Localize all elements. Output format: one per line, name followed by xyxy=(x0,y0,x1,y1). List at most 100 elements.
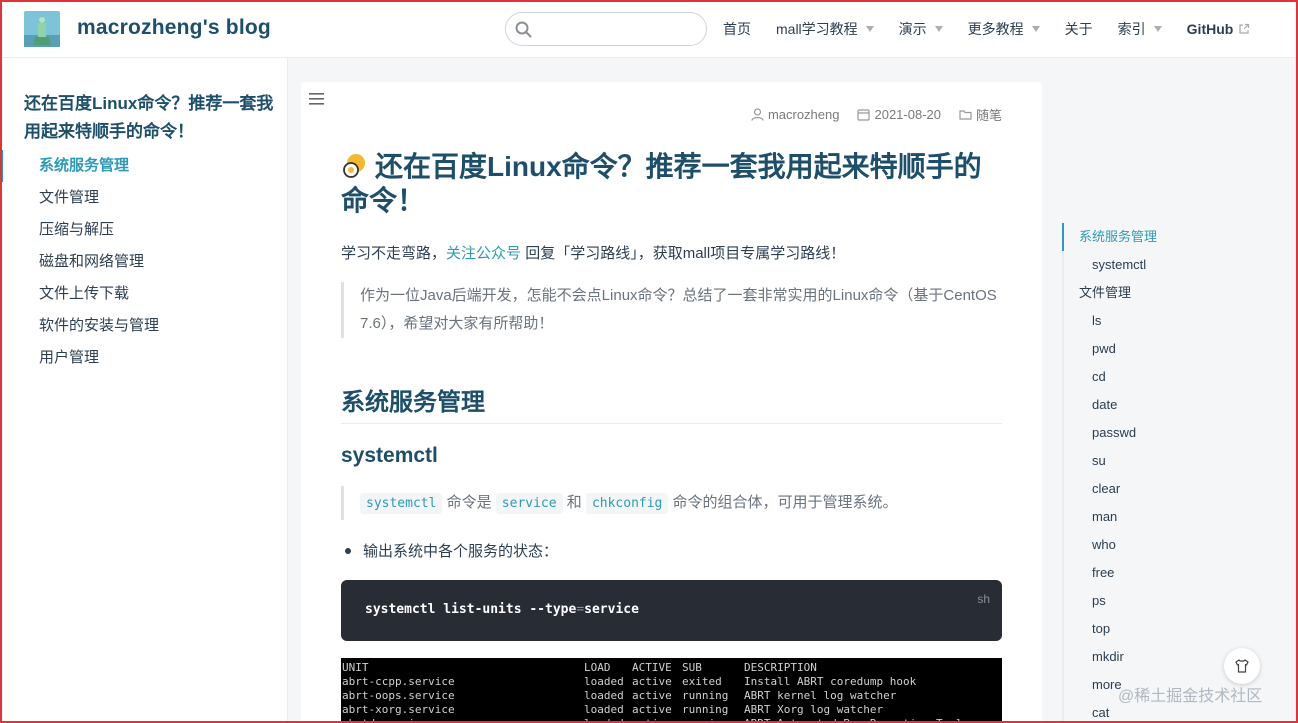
quote-text: 命令的组合体，可用于管理系统。 xyxy=(668,494,898,511)
sidebar-item[interactable]: 用户管理 xyxy=(0,342,288,374)
section-heading-system-services: 系统服务管理 xyxy=(341,382,1002,424)
toc-item[interactable]: date xyxy=(1062,391,1282,419)
code-block[interactable]: sh systemctl list-units --type=service xyxy=(341,580,1002,641)
terminal-cell: active xyxy=(632,717,682,723)
terminal-cell: SUB xyxy=(682,661,702,674)
sidebar-item[interactable]: 磁盘和网络管理 xyxy=(0,246,288,278)
search-input[interactable] xyxy=(540,19,698,39)
terminal-cell: LOAD xyxy=(584,661,611,674)
bulb-emoji-icon xyxy=(343,154,365,178)
terminal-row: abrt-xorg.service loaded active running ABRT… xyxy=(342,703,1002,717)
terminal-cell: active xyxy=(632,675,672,688)
toc-item[interactable]: clear xyxy=(1062,475,1282,503)
sidebar-item[interactable]: 系统服务管理 xyxy=(0,150,288,182)
quote-text: 命令是 xyxy=(442,494,496,511)
meta-author[interactable]: macrozheng xyxy=(751,105,840,124)
terminal-row: abrtd.serviceloadedactiverunningABRT Aut… xyxy=(342,717,1002,723)
bullet-dot xyxy=(345,547,351,554)
nav-item-label: 索引 xyxy=(1117,21,1146,37)
site-name[interactable]: macrozheng's blog xyxy=(77,16,271,40)
meta-category[interactable]: 随笔 xyxy=(959,105,1002,124)
terminal-cell: ACTIVE xyxy=(632,661,672,674)
category-text: 随笔 xyxy=(975,108,1002,123)
theme-toggle-button[interactable] xyxy=(1224,648,1260,684)
toc-item[interactable]: ls xyxy=(1062,307,1282,335)
toc-item[interactable]: 文件管理 xyxy=(1062,279,1282,307)
toc-item[interactable]: top xyxy=(1062,615,1282,643)
nav-item-6[interactable]: GitHub xyxy=(1187,19,1251,39)
meta-date: 2021-08-20 xyxy=(857,105,941,124)
menu-icon[interactable] xyxy=(309,92,325,106)
nav-item-2[interactable]: 演示 xyxy=(899,19,943,39)
terminal-cell: UNIT xyxy=(342,661,369,674)
page-title: 还在百度Linux命令？推荐一套我用起来特顺手的命令！ xyxy=(341,150,1006,218)
nav-item-0[interactable]: 首页 xyxy=(723,19,751,39)
caret-down-icon xyxy=(1153,26,1162,32)
terminal-cell: ABRT kernel log watcher xyxy=(744,689,897,702)
toc-item[interactable]: who xyxy=(1062,531,1282,559)
date-text: 2021-08-20 xyxy=(874,107,941,122)
code-text[interactable]: systemctl list-units --type=service xyxy=(365,602,639,617)
terminal-cell: ABRT Xorg log watcher xyxy=(744,703,884,716)
title-text: 还在百度Linux命令？推荐一套我用起来特顺手的命令！ xyxy=(341,151,982,216)
logo-icon[interactable] xyxy=(24,11,60,47)
list-item: 输出系统中各个服务的状态： xyxy=(341,540,558,561)
terminal-cell: abrt-ccpp.service xyxy=(342,675,455,688)
article-card: macrozheng 2021-08-20 随笔 还在百度Linux命令？推荐一… xyxy=(301,82,1042,723)
toc-item[interactable]: passwd xyxy=(1062,419,1282,447)
sidebar-item[interactable]: 压缩与解压 xyxy=(0,214,288,246)
terminal-cell: loaded xyxy=(584,703,624,716)
terminal-cell: active xyxy=(632,689,672,702)
terminal-cell: ABRT Automated Bug Reporting Tool xyxy=(744,717,963,723)
toc-item[interactable]: cd xyxy=(1062,363,1282,391)
nav-item-4[interactable]: 关于 xyxy=(1065,19,1093,39)
intro-line: 学习不走弯路，关注公众号 回复「学习路线」，获取mall项目专属学习路线！ xyxy=(341,242,845,263)
sidebar-title[interactable]: 还在百度Linux命令？推荐一套我用起来特顺手的命令！ xyxy=(24,90,274,146)
caret-down-icon xyxy=(934,26,943,32)
terminal-cell: exited xyxy=(682,675,722,688)
code-language: sh xyxy=(977,592,990,606)
systemctl-quote: systemctl 命令是 service 和 chkconfig 命令的组合体… xyxy=(341,486,1002,520)
author-name: macrozheng xyxy=(767,107,840,122)
follow-link[interactable]: 关注公众号 xyxy=(446,245,521,262)
terminal-cell: loaded xyxy=(584,675,624,688)
terminal-cell: abrt-xorg.service xyxy=(342,703,455,716)
terminal-cell: active xyxy=(632,703,672,716)
list-item-text: 输出系统中各个服务的状态： xyxy=(363,543,559,560)
toc-item[interactable]: 系统服务管理 xyxy=(1062,223,1282,251)
nav-item-label: GitHub xyxy=(1186,21,1234,37)
terminal-cell: abrt-oops.service xyxy=(342,689,455,702)
nav-item-3[interactable]: 更多教程 xyxy=(968,19,1040,39)
nav-item-label: 演示 xyxy=(898,21,927,37)
code-argument: service xyxy=(584,602,639,617)
sidebar-list: 系统服务管理 文件管理 压缩与解压 磁盘和网络管理 文件上传下载 软件的安装与管理 用户管理 xyxy=(0,150,288,374)
nav-item-1[interactable]: mall学习教程 xyxy=(776,19,874,39)
nav-item-5[interactable]: 索引 xyxy=(1118,19,1162,39)
caret-down-icon xyxy=(865,26,874,32)
intro-suffix: 回复「学习路线」，获取mall项目专属学习路线！ xyxy=(521,245,846,262)
nav-links: 首页 mall学习教程 演示 更多教程 关于 索引 GitHub xyxy=(723,19,1250,39)
terminal-cell: abrtd.service xyxy=(342,717,584,723)
user-icon xyxy=(751,108,764,121)
toc-item[interactable]: systemctl xyxy=(1062,251,1282,279)
shirt-icon xyxy=(1235,659,1249,673)
subsection-heading-systemctl: systemctl xyxy=(341,444,438,467)
toc-item[interactable]: man xyxy=(1062,503,1282,531)
nav-item-label: 更多教程 xyxy=(967,21,1024,37)
search-box[interactable] xyxy=(505,12,707,46)
folder-icon xyxy=(959,110,972,120)
toc-item[interactable]: pwd xyxy=(1062,335,1282,363)
search-icon xyxy=(515,21,532,38)
external-link-icon xyxy=(1239,23,1250,34)
sidebar-item[interactable]: 软件的安装与管理 xyxy=(0,310,288,342)
inline-code: chkconfig xyxy=(585,493,669,514)
toc-item[interactable]: ps xyxy=(1062,587,1282,615)
calendar-icon xyxy=(857,109,871,121)
terminal-cell: running xyxy=(682,689,729,702)
toc-item[interactable]: su xyxy=(1062,447,1282,475)
sidebar-item[interactable]: 文件上传下载 xyxy=(0,278,288,310)
terminal-row: abrt-oops.service loaded active running ABRT… xyxy=(342,689,1002,703)
sidebar-item[interactable]: 文件管理 xyxy=(0,182,288,214)
toc-item[interactable]: free xyxy=(1062,559,1282,587)
top-navbar: macrozheng's blog 首页 mall学习教程 演示 更多教程 关于 索引 Gi… xyxy=(0,0,1298,58)
